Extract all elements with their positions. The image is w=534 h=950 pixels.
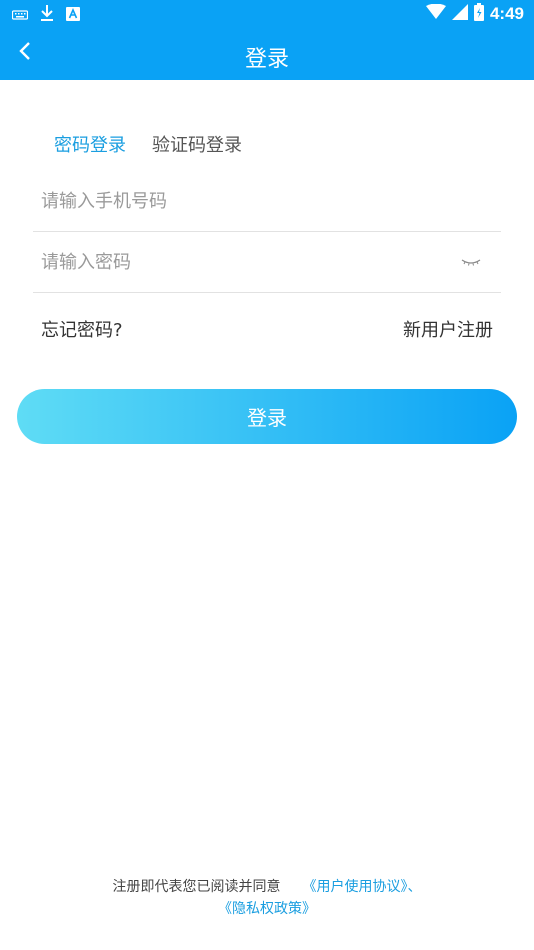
tab-password-login[interactable]: 密码登录 xyxy=(54,131,126,157)
login-method-tabs: 密码登录 验证码登录 xyxy=(54,131,242,157)
status-bar: 4:49 xyxy=(0,0,534,28)
agreement-prefix: 注册即代表您已阅读并同意 xyxy=(112,879,281,895)
app-header: 登录 xyxy=(0,28,534,80)
links-row: 忘记密码? 新用户注册 xyxy=(41,316,493,342)
download-icon xyxy=(40,4,54,26)
password-input[interactable] xyxy=(41,245,451,279)
status-bar-system: 4:49 xyxy=(425,3,524,25)
status-time: 4:49 xyxy=(489,4,524,23)
user-agreement-link[interactable]: 《用户使用协议》、 xyxy=(303,876,422,898)
status-bar-notifications xyxy=(11,4,80,26)
register-link[interactable]: 新用户注册 xyxy=(403,316,493,342)
agreement-text: 注册即代表您已阅读并同意 《用户使用协议》、 《隐私权政策》 xyxy=(0,876,534,920)
password-field-row xyxy=(33,233,501,293)
keyboard-icon xyxy=(11,6,29,25)
page-title: 登录 xyxy=(244,47,289,72)
phone-field-row xyxy=(33,172,501,232)
signal-icon xyxy=(451,4,468,24)
battery-icon xyxy=(473,3,484,25)
forgot-password-link[interactable]: 忘记密码? xyxy=(41,316,123,342)
login-button[interactable]: 登录 xyxy=(17,389,517,444)
a-notification-icon xyxy=(66,6,80,25)
privacy-policy-link[interactable]: 《隐私权政策》 xyxy=(218,901,316,917)
eye-closed-icon[interactable] xyxy=(461,255,481,269)
tab-code-login[interactable]: 验证码登录 xyxy=(152,131,242,157)
phone-input[interactable] xyxy=(41,184,451,218)
wifi-icon xyxy=(425,3,446,24)
